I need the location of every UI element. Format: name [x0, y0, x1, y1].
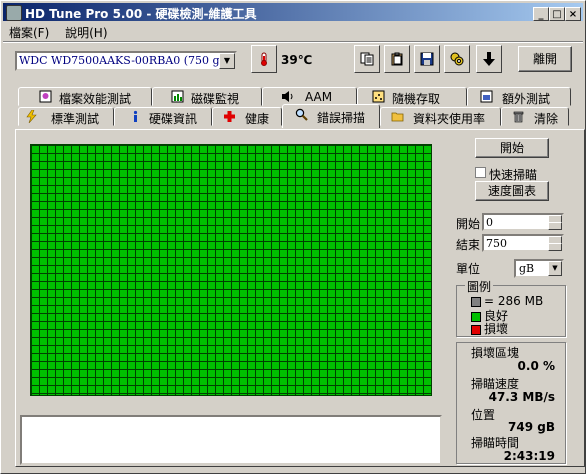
red-cross-icon — [224, 111, 235, 122]
tab-label: 清除 — [534, 112, 559, 126]
tab-label: 健康 — [245, 112, 270, 126]
speed-map-button[interactable]: 速度圖表 — [475, 181, 549, 201]
start-label: 開始 — [456, 217, 481, 231]
close-button[interactable]: × — [565, 7, 581, 21]
damaged-blocks-label: 損壞區塊 — [471, 346, 520, 360]
bar-chart-icon — [171, 90, 184, 103]
temperature-readout: 39℃ — [281, 53, 313, 67]
tab-label: 標準測試 — [51, 112, 100, 126]
settings-icon — [450, 52, 464, 66]
arrow-down-icon — [483, 52, 495, 66]
magnifier-icon — [295, 108, 308, 121]
end-label: 結束 — [456, 238, 481, 252]
trash-icon — [513, 111, 524, 123]
spin-down-icon[interactable] — [548, 222, 562, 230]
download-button[interactable] — [476, 45, 502, 73]
legend-group: 圖例 = 286 MB 良好 損壞 — [456, 278, 566, 337]
speaker-icon — [282, 91, 293, 102]
legend-damaged-text: 損壞 — [484, 322, 509, 336]
gray-square-icon — [471, 296, 481, 307]
menu-bar: 檔案(F) 說明(H) — [3, 23, 114, 41]
legend-item-block-size: = 286 MB — [471, 294, 543, 308]
tab-benchmark[interactable]: 標準測試 — [18, 107, 114, 126]
tab-label: 錯誤掃描 — [317, 111, 366, 125]
options-button[interactable] — [444, 45, 470, 73]
clipboard-icon — [391, 52, 403, 66]
floppy-disk-icon — [420, 52, 434, 66]
tab-file-benchmark[interactable]: 檔案效能測試 — [18, 87, 152, 106]
minimize-button[interactable]: _ — [533, 7, 549, 21]
file-benchmark-icon — [39, 90, 52, 103]
maximize-button[interactable]: □ — [549, 7, 565, 21]
copy-text-button[interactable] — [354, 45, 380, 73]
scatter-icon — [372, 90, 385, 103]
lightning-icon — [26, 110, 37, 123]
tab-info[interactable]: 硬碟資訊 — [114, 107, 212, 126]
info-icon — [133, 110, 138, 122]
spin-down-icon[interactable] — [548, 243, 562, 251]
temperature-button[interactable] — [251, 45, 277, 73]
red-square-icon — [471, 324, 481, 335]
unit-label: 單位 — [456, 262, 481, 276]
position-value: 749 gB — [508, 420, 555, 434]
end-input-value: 750 — [486, 237, 507, 250]
tab-extra-tests[interactable]: 額外測試 — [467, 87, 571, 106]
legend-item-damaged: 損壞 — [471, 320, 508, 337]
tab-label: 資料夾使用率 — [413, 112, 486, 126]
tab-health[interactable]: 健康 — [212, 107, 282, 126]
end-input[interactable]: 750 — [482, 234, 564, 252]
folder-icon — [391, 112, 404, 122]
tab-label: 額外測試 — [502, 92, 551, 106]
tab-label: AAM — [305, 90, 333, 104]
thermometer-icon — [261, 52, 267, 66]
app-icon — [6, 5, 22, 21]
position-label: 位置 — [471, 408, 496, 422]
copy-icon — [360, 52, 374, 66]
tab-folder-usage[interactable]: 資料夾使用率 — [380, 107, 501, 126]
scan-block-grid — [30, 144, 432, 396]
menu-file[interactable]: 檔案(F) — [3, 23, 55, 42]
title-bar[interactable]: HD Tune Pro 5.00 - 硬碟檢測-維護工具 _ □ × — [3, 3, 583, 21]
exit-button[interactable]: 離開 — [518, 46, 572, 72]
tab-label: 磁碟監視 — [191, 92, 240, 106]
scan-log-box[interactable] — [20, 415, 442, 465]
extra-tests-icon — [480, 90, 493, 103]
scan-time-value: 2:43:19 — [503, 449, 555, 463]
window-title: HD Tune Pro 5.00 - 硬碟檢測-維護工具 — [25, 7, 257, 21]
chevron-down-icon[interactable]: ▼ — [219, 53, 235, 69]
stats-group: 損壞區塊 0.0 % 掃瞄速度 47.3 MB/s 位置 749 gB 掃瞄時間… — [456, 342, 566, 464]
menu-separator — [3, 41, 583, 43]
drive-select[interactable]: WDC WD7500AAKS-00RBA0 (750 gB) ▼ — [15, 51, 237, 71]
tab-error-scan[interactable]: 錯誤掃描 — [282, 104, 380, 128]
legend-block-size-text: = 286 MB — [484, 294, 544, 308]
start-scan-button[interactable]: 開始 — [475, 138, 549, 158]
tab-erase[interactable]: 清除 — [501, 107, 569, 126]
tab-label: 硬碟資訊 — [149, 112, 198, 126]
tab-label: 檔案效能測試 — [59, 92, 132, 106]
app-window: HD Tune Pro 5.00 - 硬碟檢測-維護工具 _ □ × 檔案(F)… — [0, 0, 586, 474]
start-input[interactable]: 0 — [482, 213, 564, 231]
save-button[interactable] — [414, 45, 440, 73]
chevron-down-icon[interactable]: ▼ — [548, 261, 562, 276]
start-input-value: 0 — [486, 216, 493, 229]
copy-screenshot-button[interactable] — [384, 45, 410, 73]
menu-help[interactable]: 說明(H) — [59, 23, 113, 42]
damaged-blocks-value: 0.0 % — [517, 359, 555, 373]
quick-scan-checkbox[interactable] — [475, 167, 486, 178]
unit-select[interactable]: gB ▼ — [514, 259, 564, 278]
unit-select-value: gB — [519, 262, 535, 275]
legend-title: 圖例 — [465, 278, 494, 295]
drive-select-value: WDC WD7500AAKS-00RBA0 (750 gB) — [19, 54, 232, 67]
scan-speed-value: 47.3 MB/s — [488, 390, 555, 404]
tab-disk-monitor[interactable]: 磁碟監視 — [152, 87, 262, 106]
tab-label: 隨機存取 — [392, 92, 441, 106]
